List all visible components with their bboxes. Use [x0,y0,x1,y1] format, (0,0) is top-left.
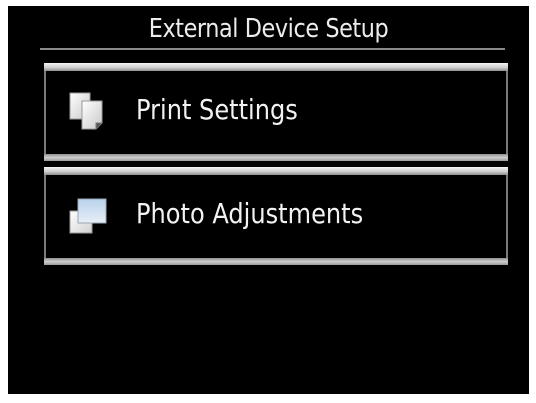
lcd-screen: External Device Setup Print Settings Pho… [8,6,529,394]
menu-item-top-bar [44,167,508,175]
menu-item-label: Photo Adjustments [136,197,364,230]
menu-item-print-settings[interactable]: Print Settings [44,63,508,161]
page-title: External Device Setup [148,14,389,44]
photo-adjustments-icon [68,195,108,235]
menu-item-photo-adjustments[interactable]: Photo Adjustments [44,167,508,265]
menu-item-bottom-bar [44,258,508,265]
menu-item-label: Print Settings [136,93,298,126]
title-divider [40,48,505,50]
menu-item-bottom-bar [44,154,508,161]
menu-item-top-bar [44,63,508,71]
device-frame: External Device Setup Print Settings Pho… [0,0,536,403]
print-settings-icon [68,91,108,131]
